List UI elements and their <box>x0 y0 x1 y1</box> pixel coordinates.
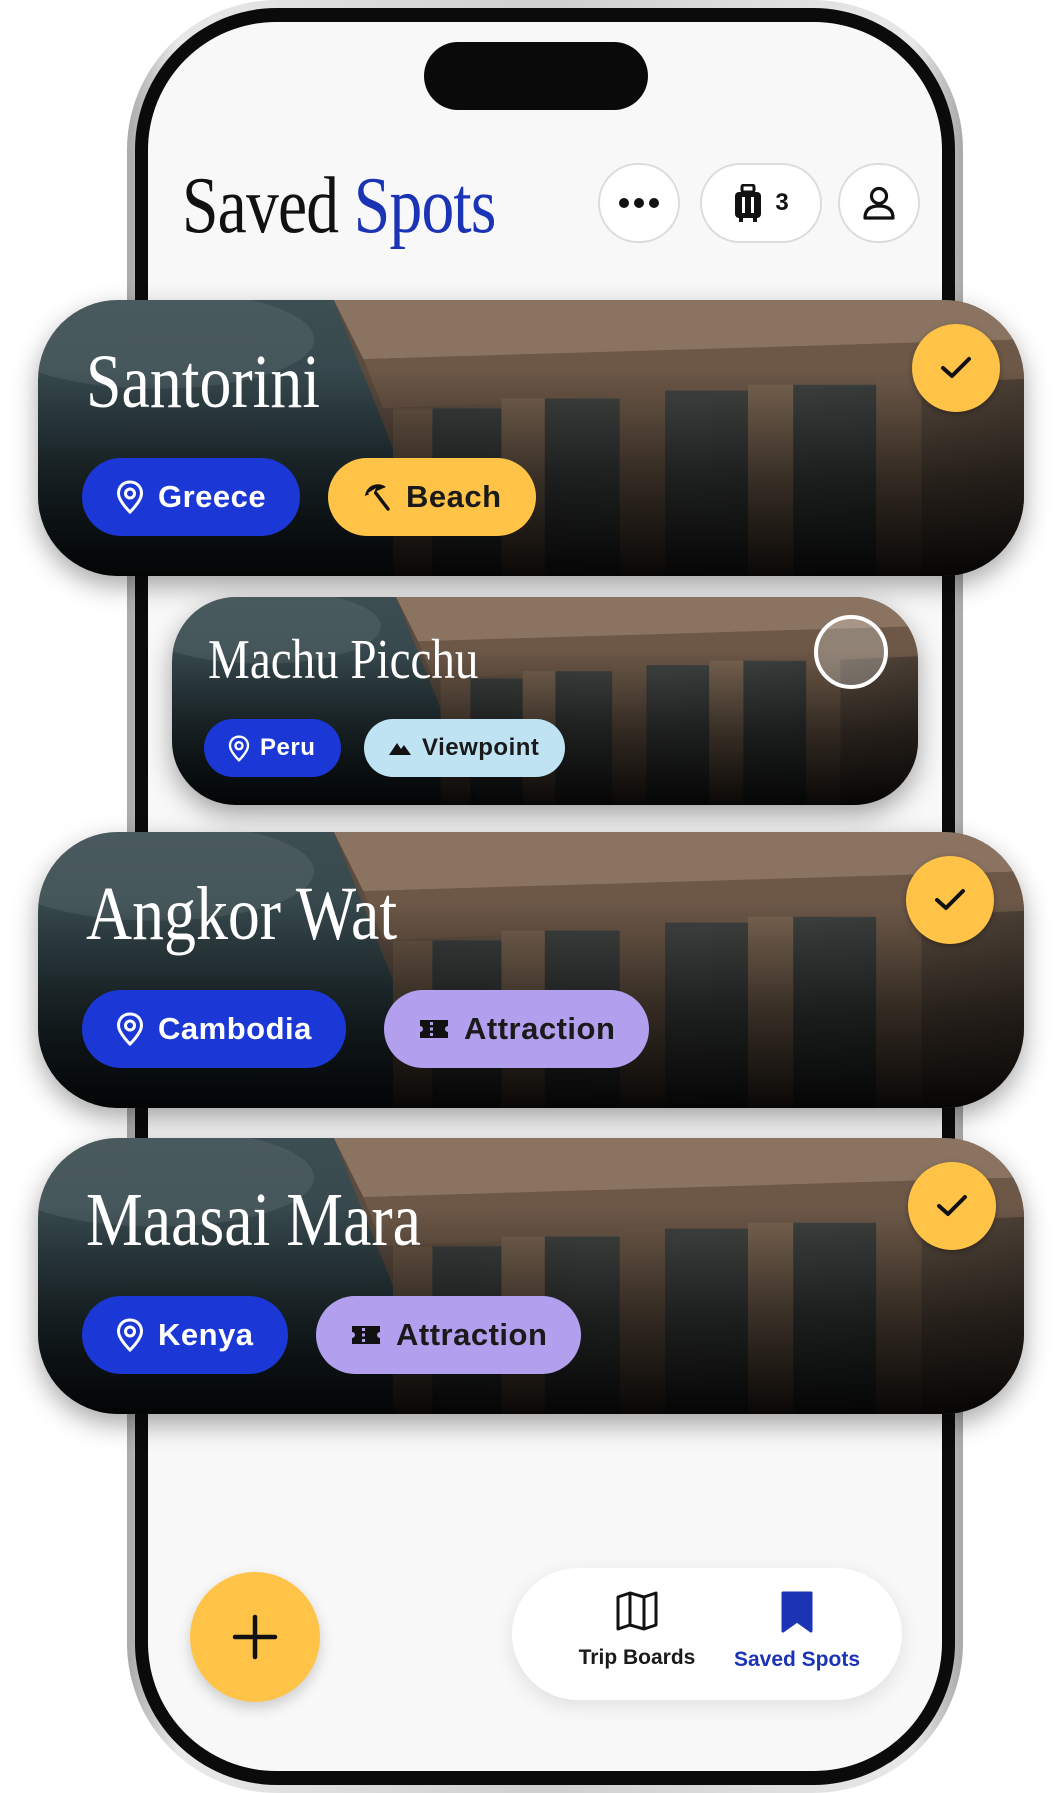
country-label: Cambodia <box>158 1011 312 1046</box>
bottom-nav: Trip Boards Saved Spots <box>512 1568 902 1700</box>
plus-icon <box>232 1614 278 1660</box>
trips-count-button[interactable]: 3 <box>700 163 822 243</box>
selected-checkmark[interactable] <box>908 1162 996 1250</box>
country-label: Kenya <box>158 1317 254 1352</box>
selected-checkmark[interactable] <box>906 856 994 944</box>
map-icon <box>616 1591 658 1631</box>
category-label: Attraction <box>464 1011 616 1046</box>
map-pin-icon <box>228 735 250 762</box>
map-pin-icon <box>116 1012 144 1046</box>
spot-card-angkor-wat[interactable]: Angkor Wat Cambodia Attraction <box>38 832 1024 1108</box>
category-label: Viewpoint <box>422 734 540 761</box>
page-title: Saved Spots <box>182 156 496 256</box>
spot-name: Machu Picchu <box>208 629 479 691</box>
category-chip[interactable]: Viewpoint <box>364 719 566 777</box>
add-spot-button[interactable] <box>190 1572 320 1702</box>
country-chip[interactable]: Greece <box>82 458 301 536</box>
bookmark-icon <box>781 1591 813 1633</box>
country-label: Greece <box>158 479 267 514</box>
unselected-radio[interactable] <box>814 615 888 689</box>
category-label: Attraction <box>396 1317 548 1352</box>
ticket-icon <box>352 1326 380 1344</box>
spot-name: Angkor Wat <box>86 872 398 956</box>
ticket-icon <box>420 1020 448 1038</box>
map-pin-icon <box>116 480 144 514</box>
check-icon <box>935 889 965 910</box>
category-label: Beach <box>406 479 502 514</box>
category-chip[interactable]: Attraction <box>316 1296 582 1374</box>
check-icon <box>941 357 971 378</box>
nav-saved-spots[interactable]: Saved Spots <box>712 1590 882 1672</box>
more-horizontal-icon <box>619 198 659 208</box>
check-icon <box>937 1195 967 1216</box>
category-chip[interactable]: Beach <box>328 458 536 536</box>
more-options-button[interactable] <box>598 163 680 243</box>
country-chip[interactable]: Peru <box>204 719 342 777</box>
spot-card-santorini[interactable]: Santorini Greece Beach <box>38 300 1024 576</box>
country-chip[interactable]: Cambodia <box>82 990 346 1068</box>
beach-umbrella-icon <box>365 484 390 511</box>
nav-label: Saved Spots <box>733 1648 861 1671</box>
mountain-icon <box>389 743 411 755</box>
map-pin-icon <box>116 1318 144 1352</box>
category-chip[interactable]: Attraction <box>384 990 650 1068</box>
profile-button[interactable] <box>838 163 920 243</box>
nav-trip-boards[interactable]: Trip Boards <box>562 1590 712 1670</box>
spot-card-maasai-mara[interactable]: Maasai Mara Kenya Attraction <box>38 1138 1024 1414</box>
selected-checkmark[interactable] <box>912 324 1000 412</box>
nav-label: Trip Boards <box>578 1646 696 1669</box>
spot-name: Santorini <box>86 340 321 424</box>
trip-count: 3 <box>775 189 789 216</box>
luggage-icon <box>735 184 762 222</box>
page-title-part1: Saved <box>182 162 339 250</box>
country-label: Peru <box>260 734 316 761</box>
dynamic-island <box>424 42 648 110</box>
country-chip[interactable]: Kenya <box>82 1296 288 1374</box>
spot-name: Maasai Mara <box>86 1178 422 1262</box>
page-title-part2: Spots <box>353 162 497 250</box>
spot-card-machu-picchu[interactable]: Machu Picchu Peru Viewpoint <box>172 597 918 805</box>
user-icon <box>863 186 895 220</box>
